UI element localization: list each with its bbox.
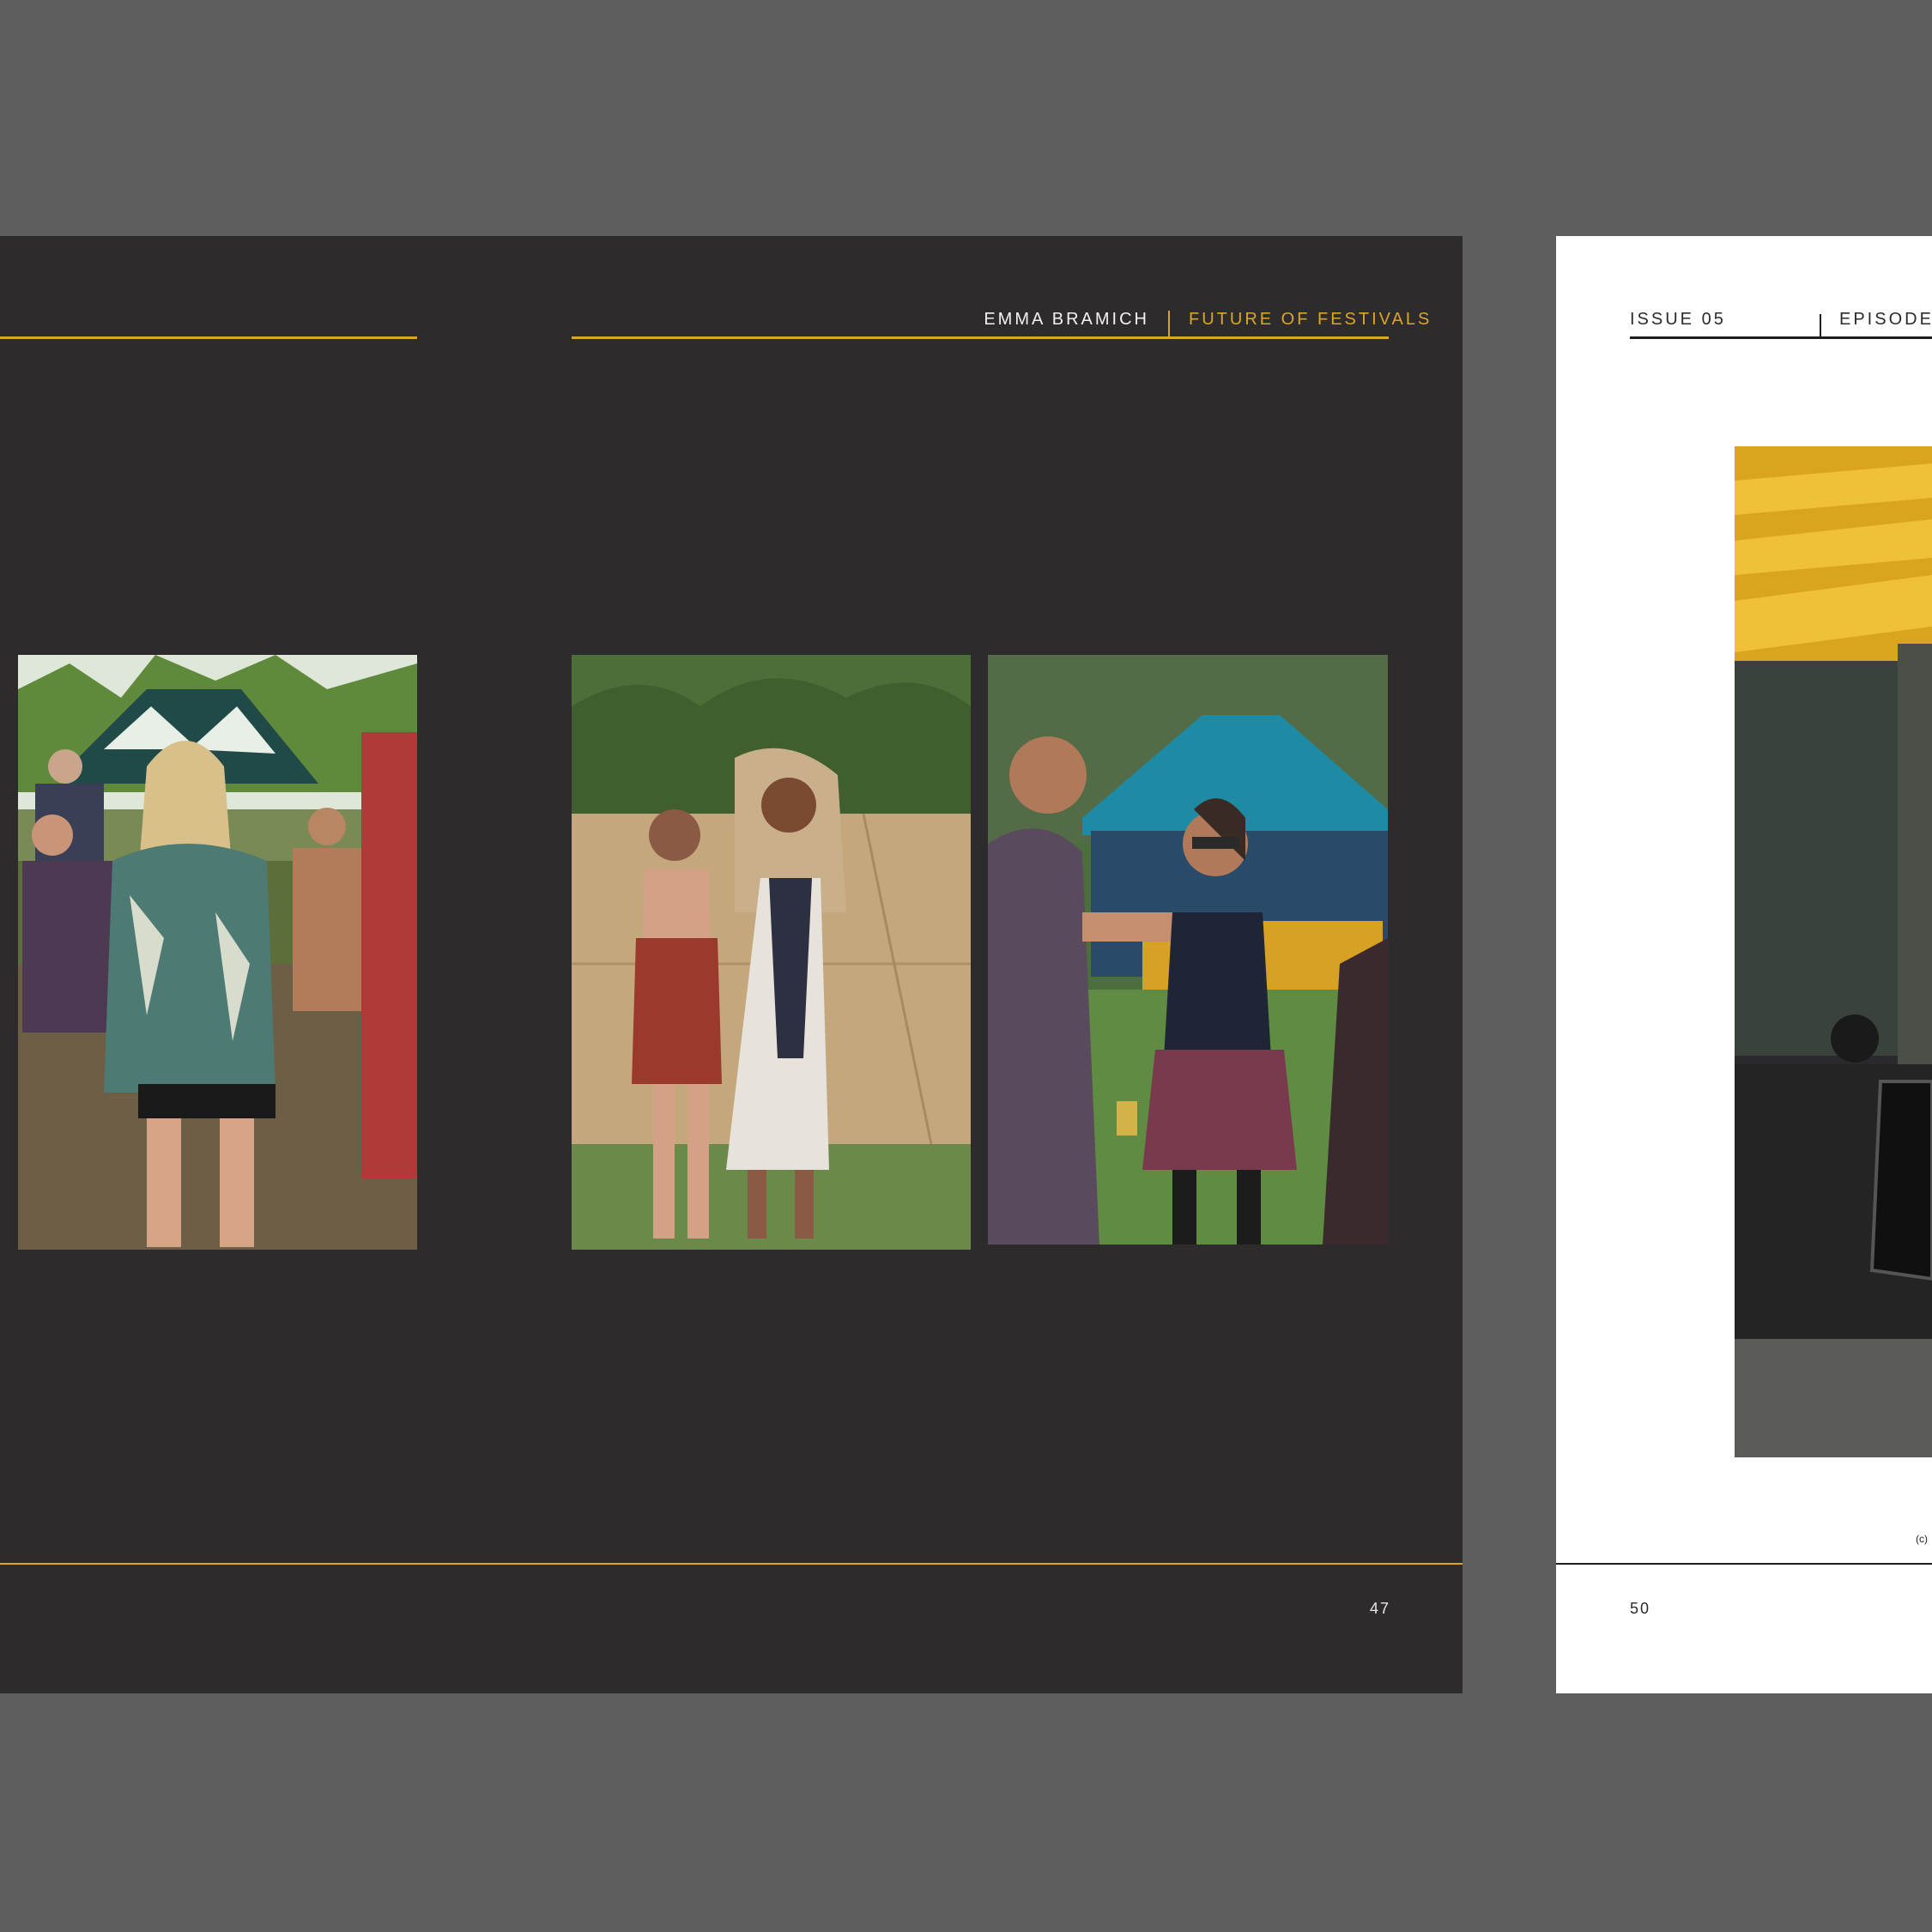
header-author: EMMA BRAMICH [984, 310, 1149, 329]
photo-woman-blue-tent [988, 655, 1388, 1245]
page-number-left: 47 [1370, 1600, 1391, 1617]
header-rule-light [1630, 336, 1932, 339]
photo-credit-mark: (c) [1916, 1533, 1928, 1545]
footer-rule-light [1556, 1563, 1932, 1565]
header-issue: ISSUE 05 [1630, 310, 1726, 329]
header-divider [1168, 311, 1170, 338]
header-rule-right [572, 336, 1389, 339]
photo-two-women-tent [572, 655, 971, 1250]
photo-bins [1735, 446, 1932, 1457]
photo-woman-crowd [18, 655, 417, 1250]
header-divider-light [1820, 314, 1821, 338]
header-episode: EPISODE S [1839, 310, 1932, 329]
page-number-right: 50 [1630, 1600, 1651, 1617]
header-section-title: FUTURE OF FESTIVALS [1189, 310, 1432, 329]
header-rule-left [0, 336, 417, 339]
footer-rule [0, 1563, 1463, 1565]
